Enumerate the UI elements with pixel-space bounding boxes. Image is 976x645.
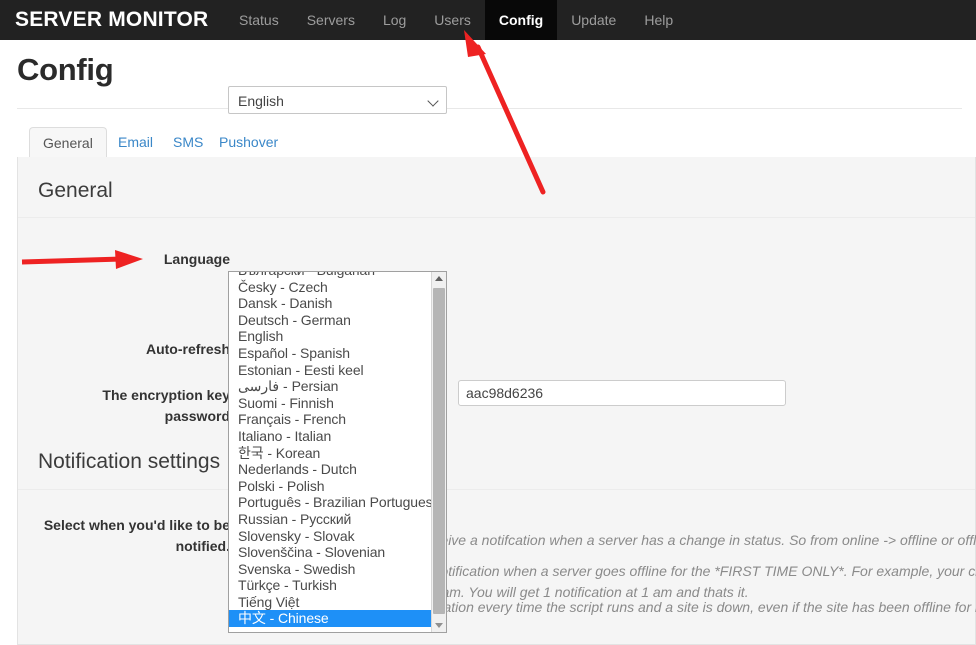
language-option[interactable]: Български - Bulgarian <box>229 272 433 279</box>
language-select[interactable]: English <box>228 86 447 114</box>
language-option[interactable]: Português - Brazilian Portuguese <box>229 494 433 511</box>
tab-pushover[interactable]: Pushover <box>206 127 291 158</box>
nav-item-servers[interactable]: Servers <box>293 0 369 40</box>
title-divider <box>17 108 962 109</box>
language-option[interactable]: Svenska - Swedish <box>229 561 433 578</box>
language-dropdown-list[interactable]: Български - BulgarianČesky - CzechDansk … <box>228 271 447 633</box>
language-option[interactable]: Italiano - Italian <box>229 428 433 445</box>
scrollbar-thumb[interactable] <box>433 288 445 614</box>
section-heading-notification-settings: Notification settings <box>38 450 221 473</box>
panel-heading-general: General <box>38 179 113 202</box>
nav-item-help[interactable]: Help <box>630 0 687 40</box>
language-select-value: English <box>238 93 284 109</box>
language-option[interactable]: Français - French <box>229 411 433 428</box>
app-brand-title[interactable]: SERVER MONITOR <box>15 0 208 40</box>
general-settings-panel: General Language Auto-refresh The encryp… <box>17 157 976 645</box>
language-option[interactable]: 한국 - Korean <box>229 445 433 462</box>
config-tabs: General Email SMS Pushover <box>17 127 962 158</box>
tab-email[interactable]: Email <box>105 127 166 158</box>
language-option[interactable]: فارسی - Persian <box>229 378 433 395</box>
language-option[interactable]: 中文 - Chinese <box>229 610 433 628</box>
page-title: Config <box>17 52 114 87</box>
top-navbar: SERVER MONITOR Status Servers Log Users … <box>0 0 976 40</box>
language-option[interactable]: Slovenščina - Slovenian <box>229 544 433 561</box>
label-auto-refresh: Auto-refresh <box>145 341 230 357</box>
language-option[interactable]: Slovensky - Slovak <box>229 528 433 545</box>
language-option[interactable]: Dansk - Danish <box>229 295 433 312</box>
language-option-container: Български - BulgarianČesky - CzechDansk … <box>229 272 433 628</box>
language-option[interactable]: Polski - Polish <box>229 478 433 495</box>
label-encryption-key-password: The encryption key password <box>102 387 230 424</box>
language-option[interactable]: Estonian - Eesti keel <box>229 362 433 379</box>
language-option[interactable]: Türkçe - Turkish <box>229 577 433 594</box>
chevron-down-icon <box>429 97 438 106</box>
language-option[interactable]: Suomi - Finnish <box>229 395 433 412</box>
dropdown-scrollbar[interactable] <box>431 272 446 632</box>
language-option[interactable]: Tiếng Việt <box>229 594 433 611</box>
language-option[interactable]: English <box>229 328 433 345</box>
label-language: Language <box>163 251 230 267</box>
nav-links: Status Servers Log Users Config Update H… <box>225 0 687 40</box>
language-option[interactable]: Español - Spanish <box>229 345 433 362</box>
scroll-up-arrow-icon[interactable] <box>432 272 446 286</box>
nav-item-update[interactable]: Update <box>557 0 630 40</box>
panel-divider <box>18 217 975 218</box>
nav-item-log[interactable]: Log <box>369 0 420 40</box>
scroll-down-arrow-icon[interactable] <box>432 618 446 632</box>
encryption-key-input[interactable]: aac98d6236 <box>458 380 786 406</box>
language-option[interactable]: Česky - Czech <box>229 279 433 296</box>
nav-item-status[interactable]: Status <box>225 0 293 40</box>
tab-general[interactable]: General <box>29 127 107 158</box>
language-option[interactable]: Nederlands - Dutch <box>229 461 433 478</box>
label-notify-when: Select when you'd like to be notified. <box>43 517 230 554</box>
nav-item-config[interactable]: Config <box>484 0 558 40</box>
language-option[interactable]: Russian - Русский <box>229 511 433 528</box>
nav-item-users[interactable]: Users <box>420 0 485 40</box>
language-option[interactable]: Deutsch - German <box>229 312 433 329</box>
section-divider <box>18 489 975 490</box>
